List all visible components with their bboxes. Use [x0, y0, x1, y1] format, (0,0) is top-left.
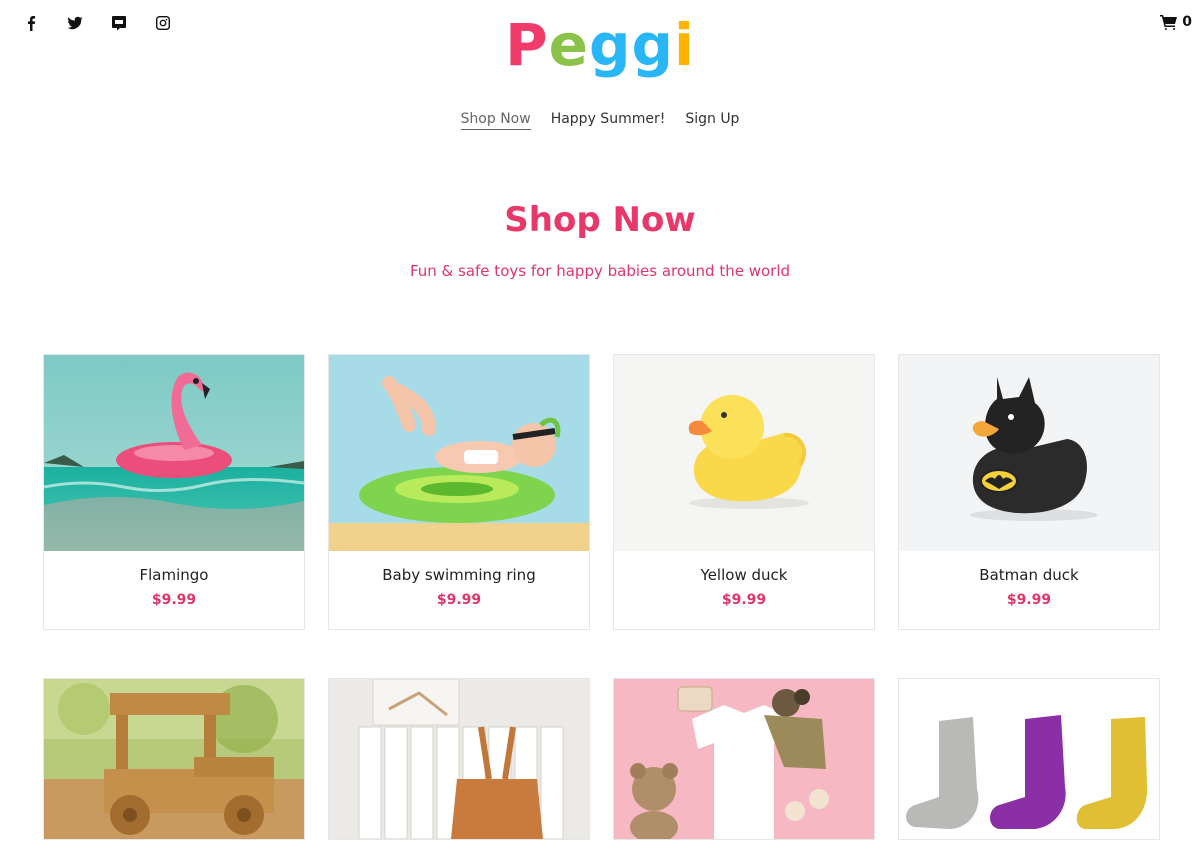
product-grid: Flamingo $9.99 Baby swimming ring $9.99 — [44, 355, 1160, 839]
logo-letter: e — [548, 11, 589, 79]
product-image-flamingo — [44, 355, 304, 551]
product-card-batman-duck[interactable]: Batman duck $9.99 — [899, 355, 1159, 629]
product-card-baby-clothes[interactable] — [614, 679, 874, 839]
product-card-yellow-duck[interactable]: Yellow duck $9.99 — [614, 355, 874, 629]
main-nav: Shop Now Happy Summer! Sign Up — [0, 111, 1200, 130]
product-price: $9.99 — [436, 592, 482, 608]
product-image-baby-swimming-ring — [329, 355, 589, 551]
product-price: $9.99 — [1006, 592, 1052, 608]
product-image-socks — [899, 679, 1159, 839]
page-subtitle: Fun & safe toys for happy babies around … — [409, 262, 791, 280]
nav-shop-now[interactable]: Shop Now — [460, 111, 531, 130]
product-price: $9.99 — [151, 592, 197, 608]
logo-letter: g — [631, 11, 675, 79]
product-image-yellow-duck — [614, 355, 874, 551]
product-card-socks[interactable] — [899, 679, 1159, 839]
product-price: $9.99 — [721, 592, 767, 608]
product-name: Baby swimming ring — [382, 566, 536, 584]
nav-sign-up[interactable]: Sign Up — [685, 111, 739, 130]
product-name: Flamingo — [139, 566, 209, 584]
logo-letter: P — [505, 11, 549, 79]
logo-letter: g — [588, 11, 632, 79]
product-card-flamingo[interactable]: Flamingo $9.99 — [44, 355, 304, 629]
product-name: Yellow duck — [700, 566, 788, 584]
product-card-overalls[interactable] — [329, 679, 589, 839]
logo-letter: i — [674, 11, 695, 79]
product-name: Batman duck — [979, 566, 1079, 584]
product-card-wooden-truck[interactable] — [44, 679, 304, 839]
product-image-batman-duck — [899, 355, 1159, 551]
product-image-baby-clothes — [614, 679, 874, 839]
logo[interactable]: Peggi — [0, 11, 1200, 79]
nav-happy-summer[interactable]: Happy Summer! — [551, 111, 666, 130]
product-image-overalls — [329, 679, 589, 839]
product-card-baby-swimming-ring[interactable]: Baby swimming ring $9.99 — [329, 355, 589, 629]
product-image-wooden-truck — [44, 679, 304, 839]
page-title: Shop Now — [504, 200, 696, 240]
